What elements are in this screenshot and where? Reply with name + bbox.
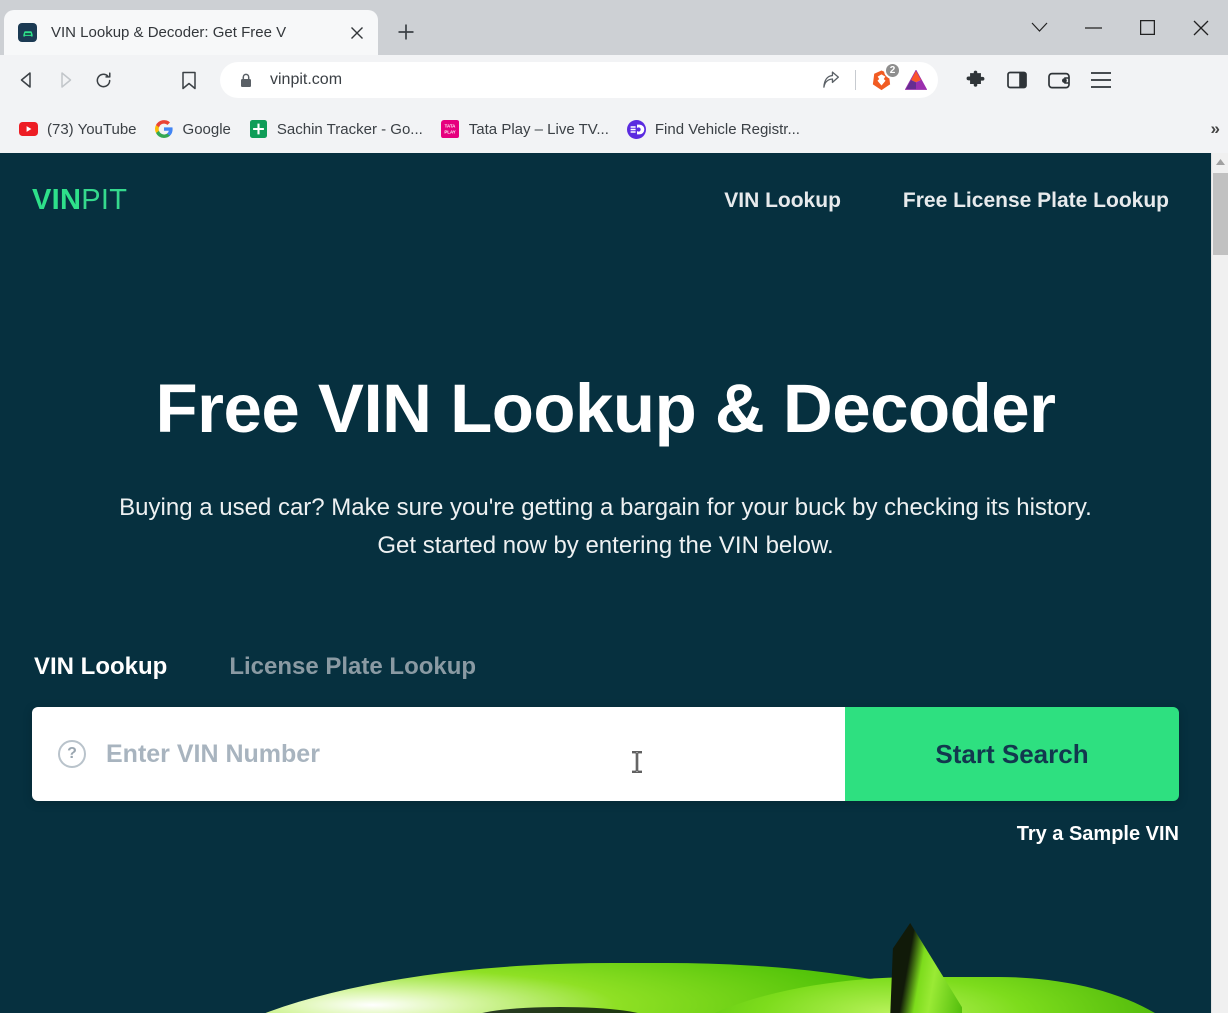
bookmark-item-find-vehicle[interactable]: Find Vehicle Registr... bbox=[618, 112, 809, 146]
bookmark-item-google[interactable]: Google bbox=[146, 112, 240, 146]
google-icon bbox=[155, 120, 174, 139]
scroll-up-arrow-icon[interactable] bbox=[1212, 153, 1228, 170]
try-sample-vin-link[interactable]: Try a Sample VIN bbox=[1017, 823, 1179, 846]
google-sheets-icon bbox=[249, 120, 268, 139]
bookmarks-overflow-button[interactable]: » bbox=[1211, 119, 1220, 139]
help-question-icon[interactable]: ? bbox=[58, 740, 86, 769]
nav-link-free-license-plate-lookup[interactable]: Free License Plate Lookup bbox=[903, 189, 1169, 213]
tab-license-plate-lookup[interactable]: License Plate Lookup bbox=[229, 653, 476, 681]
tata-play-icon: TATA PLAY bbox=[441, 120, 460, 139]
shield-count-badge: 2 bbox=[884, 62, 901, 79]
bookmark-item-youtube[interactable]: (73) YouTube bbox=[10, 112, 146, 146]
lock-icon bbox=[238, 73, 254, 88]
page-scrollbar[interactable] bbox=[1211, 153, 1228, 1013]
green-sports-car-image bbox=[0, 901, 1211, 1013]
bookmark-label: (73) YouTube bbox=[47, 120, 137, 138]
find-vehicle-icon bbox=[626, 119, 646, 139]
hamburger-menu-icon[interactable] bbox=[1082, 61, 1120, 99]
browser-window: VIN Lookup & Decoder: Get Free V vinpit.… bbox=[0, 0, 1228, 1013]
page-viewport: VINPIT VIN Lookup Free License Plate Loo… bbox=[0, 153, 1228, 1013]
minimize-icon[interactable] bbox=[1066, 5, 1120, 51]
browser-toolbar: vinpit.com 2 bbox=[0, 55, 1228, 105]
share-icon[interactable] bbox=[815, 64, 847, 96]
window-controls bbox=[1012, 0, 1228, 55]
bookmarks-bar: (73) YouTube Google Sachin Tracker - Go.… bbox=[0, 105, 1228, 153]
bookmark-label: Find Vehicle Registr... bbox=[654, 120, 800, 138]
sidebar-panel-icon[interactable] bbox=[998, 61, 1036, 99]
logo-text-vin: VIN bbox=[32, 184, 82, 216]
tab-vin-lookup[interactable]: VIN Lookup bbox=[34, 653, 167, 681]
nav-link-vin-lookup[interactable]: VIN Lookup bbox=[724, 189, 841, 213]
new-tab-button[interactable] bbox=[386, 12, 426, 52]
car-fin-shape bbox=[890, 923, 962, 1013]
bookmark-item-tata-play[interactable]: TATA PLAY Tata Play – Live TV... bbox=[432, 112, 618, 146]
car-icon bbox=[18, 23, 37, 42]
title-bar: VIN Lookup & Decoder: Get Free V bbox=[0, 0, 1228, 55]
svg-text:TATA: TATA bbox=[445, 124, 457, 129]
back-arrow-icon[interactable] bbox=[8, 61, 46, 99]
youtube-icon bbox=[19, 120, 38, 139]
hero-section: Free VIN Lookup & Decoder Buying a used … bbox=[0, 370, 1211, 846]
forward-arrow-icon bbox=[46, 61, 84, 99]
lookup-tabs: VIN Lookup License Plate Lookup bbox=[32, 653, 1179, 681]
site-header: VINPIT VIN Lookup Free License Plate Loo… bbox=[0, 153, 1211, 248]
wallet-icon[interactable] bbox=[1040, 61, 1078, 99]
hero-subtitle: Buying a used car? Make sure you're gett… bbox=[32, 489, 1179, 565]
divider bbox=[855, 70, 856, 90]
reload-arrow-icon[interactable] bbox=[84, 61, 122, 99]
start-search-button[interactable]: Start Search bbox=[845, 707, 1179, 802]
vin-search-bar: ? Start Search bbox=[32, 707, 1179, 802]
address-bar[interactable]: vinpit.com 2 bbox=[220, 62, 938, 98]
brave-lion-icon[interactable]: 2 bbox=[864, 62, 901, 97]
bookmark-label: Tata Play – Live TV... bbox=[468, 120, 609, 138]
close-icon[interactable] bbox=[1174, 5, 1228, 51]
logo-text-pit: PIT bbox=[81, 184, 128, 216]
vin-search-input[interactable] bbox=[106, 739, 845, 769]
scrollbar-thumb[interactable] bbox=[1213, 173, 1228, 255]
tab-strip: VIN Lookup & Decoder: Get Free V bbox=[0, 0, 426, 55]
puzzle-icon[interactable] bbox=[956, 61, 994, 99]
site-navigation: VIN Lookup Free License Plate Lookup bbox=[724, 189, 1169, 213]
bookmark-label: Sachin Tracker - Go... bbox=[276, 120, 423, 138]
url-text: vinpit.com bbox=[270, 71, 343, 88]
hero-subtitle-line-1: Buying a used car? Make sure you're gett… bbox=[119, 494, 1092, 522]
vinpit-page: VINPIT VIN Lookup Free License Plate Loo… bbox=[0, 153, 1211, 1013]
omnibox-actions: 2 bbox=[815, 62, 932, 97]
bat-triangle-icon[interactable] bbox=[900, 64, 932, 96]
tab-search-chevron-down-icon[interactable] bbox=[1012, 5, 1066, 51]
tab-close-icon[interactable] bbox=[344, 20, 370, 46]
sample-vin-row: Try a Sample VIN bbox=[32, 823, 1179, 846]
bookmark-ribbon-icon[interactable] bbox=[170, 61, 208, 99]
hero-subtitle-line-2: Get started now by entering the VIN belo… bbox=[377, 532, 834, 560]
page-title: Free VIN Lookup & Decoder bbox=[155, 370, 1057, 447]
svg-text:PLAY: PLAY bbox=[445, 129, 456, 134]
site-logo[interactable]: VINPIT bbox=[32, 184, 127, 217]
bookmark-item-sachin-tracker[interactable]: Sachin Tracker - Go... bbox=[240, 112, 432, 146]
maximize-icon[interactable] bbox=[1120, 5, 1174, 51]
browser-tab[interactable]: VIN Lookup & Decoder: Get Free V bbox=[4, 10, 378, 55]
vin-input-wrapper[interactable]: ? bbox=[32, 707, 845, 802]
toolbar-right-actions bbox=[956, 61, 1120, 99]
bookmark-label: Google bbox=[182, 120, 231, 138]
tab-title: VIN Lookup & Decoder: Get Free V bbox=[51, 24, 287, 41]
